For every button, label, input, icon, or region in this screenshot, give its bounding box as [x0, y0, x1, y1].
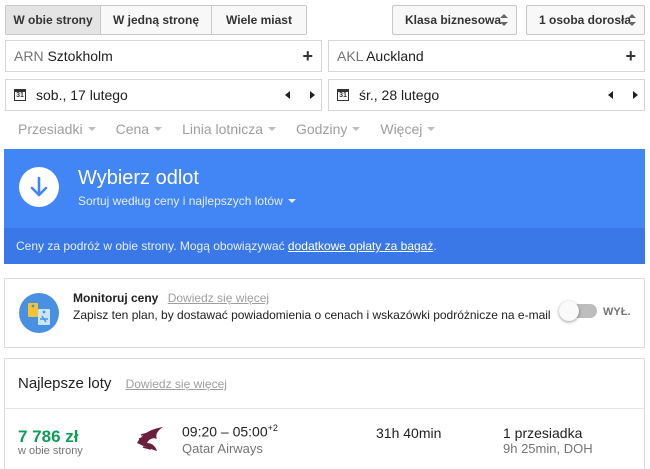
baggage-fees-link[interactable]: dodatkowe opłaty za bagaż — [288, 239, 433, 253]
prev-day-icon[interactable] — [608, 91, 613, 99]
tab-round-trip[interactable]: W obie strony — [6, 6, 101, 34]
depart-date-field[interactable]: 31 sob., 17 lutego — [5, 79, 322, 111]
flight-airline: Qatar Airways — [182, 441, 263, 456]
monitor-learn-more-link[interactable]: Dowiedz się więcej — [168, 291, 269, 305]
toggle-knob — [559, 301, 579, 321]
flight-duration: 31h 40min — [376, 425, 442, 441]
best-flights-learn-more-link[interactable]: Dowiedz się więcej — [126, 377, 227, 391]
flight-stops: 1 przesiadka — [503, 425, 583, 441]
monitor-title: Monitoruj ceny Dowiedz się więcej — [73, 291, 269, 305]
origin-city: Sztokholm — [47, 48, 113, 64]
monitor-description: Zapisz ten plan, by dostawać powiadomien… — [73, 308, 551, 322]
filter-stops[interactable]: Przesiadki — [18, 121, 96, 137]
select-departure-banner: Wybierz odlot Sortuj według ceny i najle… — [4, 149, 645, 264]
filter-price[interactable]: Cena — [115, 121, 163, 137]
caret-down-icon — [87, 127, 96, 131]
origin-field[interactable]: ARN Sztokholm + — [5, 40, 322, 72]
calendar-icon: 31 — [14, 89, 26, 101]
best-flights-title: Najlepsze loty Dowiedz się więcej — [18, 375, 227, 392]
price-tracking-toggle[interactable] — [559, 301, 597, 321]
best-flights-header: Najlepsze loty Dowiedz się więcej — [5, 359, 644, 409]
origin-code: ARN — [14, 48, 44, 64]
depart-date-value: sob., 17 lutego — [36, 87, 128, 103]
caret-down-icon — [154, 127, 163, 131]
destination-code: AKL — [337, 48, 363, 64]
return-date-value: śr., 28 lutego — [359, 87, 440, 103]
passengers-value: 1 osoba dorosła — [539, 13, 632, 27]
best-flights-heading: Najlepsze loty — [18, 375, 112, 392]
flight-price-note: w obie strony — [18, 445, 83, 457]
day-offset: +2 — [267, 423, 278, 433]
price-note: Ceny za podróż w obie strony. Mogą obowi… — [4, 228, 645, 264]
cabin-class-value: Klasa biznesowa — [405, 13, 502, 27]
banner-title: Wybierz odlot — [78, 167, 199, 189]
luggage-tags-icon — [19, 293, 59, 333]
flight-price: 7 786 zł — [18, 427, 79, 446]
destination-field[interactable]: AKL Auckland + — [328, 40, 645, 72]
filter-label: Godziny — [296, 121, 348, 137]
return-date-field[interactable]: 31 śr., 28 lutego — [328, 79, 645, 111]
next-day-icon[interactable] — [633, 91, 638, 99]
banner-header: Wybierz odlot Sortuj według ceny i najle… — [4, 149, 645, 228]
flight-time-range: 09:20 – 05:00 — [182, 423, 268, 440]
next-day-icon[interactable] — [310, 91, 315, 99]
trip-type-tabs: W obie strony W jedną stronę Wiele miast — [5, 5, 307, 35]
sort-dropdown[interactable]: Sortuj według ceny i najlepszych lotów — [78, 194, 296, 208]
price-tracking-card: Monitoruj ceny Dowiedz się więcej Zapisz… — [4, 278, 645, 348]
arrow-down-icon — [19, 167, 59, 207]
tab-one-way[interactable]: W jedną stronę — [101, 6, 212, 34]
add-origin-plus-icon[interactable]: + — [302, 41, 313, 71]
filter-label: Przesiadki — [18, 121, 83, 137]
toggle-state-label: WYŁ. — [603, 306, 631, 318]
caret-down-icon — [352, 127, 361, 131]
qatar-airways-logo-icon — [133, 421, 169, 457]
best-flights-card: Najlepsze loty Dowiedz się więcej 7 786 … — [4, 358, 645, 469]
select-arrows-icon — [500, 14, 508, 26]
sort-label: Sortuj według ceny i najlepszych lotów — [78, 194, 283, 208]
caret-down-icon — [287, 199, 296, 203]
filter-bar: Przesiadki Cena Linia lotnicza Godziny W… — [18, 121, 455, 137]
filter-label: Linia lotnicza — [182, 121, 263, 137]
prev-day-icon[interactable] — [285, 91, 290, 99]
price-note-end: . — [433, 239, 437, 253]
filter-label: Cena — [115, 121, 150, 137]
price-note-text: Ceny za podróż w obie strony. Mogą obowi… — [16, 239, 288, 253]
tab-multi-city[interactable]: Wiele miast — [212, 6, 306, 34]
passengers-select[interactable]: 1 osoba dorosła — [526, 5, 645, 35]
destination-city: Auckland — [366, 48, 424, 64]
filter-more[interactable]: Więcej — [380, 121, 436, 137]
caret-down-icon — [427, 127, 436, 131]
cabin-class-select[interactable]: Klasa biznesowa — [392, 5, 517, 35]
add-destination-plus-icon[interactable]: + — [625, 41, 636, 71]
caret-down-icon — [268, 127, 276, 131]
select-arrows-icon — [628, 14, 636, 26]
flight-times: 09:20 – 05:00+2 — [182, 423, 278, 440]
depart-date-nav — [285, 80, 315, 110]
filter-airline[interactable]: Linia lotnicza — [182, 121, 276, 137]
calendar-icon: 31 — [337, 89, 349, 101]
monitor-heading: Monitoruj ceny — [73, 291, 159, 305]
filter-times[interactable]: Godziny — [296, 121, 361, 137]
filter-label: Więcej — [380, 121, 423, 137]
return-date-nav — [608, 80, 638, 110]
flight-stop-detail: 9h 25min, DOH — [503, 441, 593, 456]
